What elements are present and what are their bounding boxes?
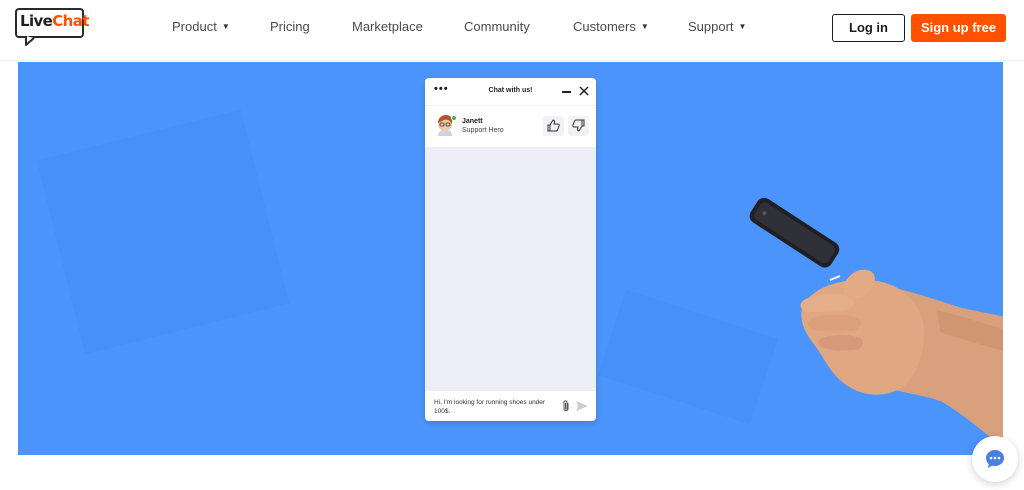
hero-background-shape: [36, 109, 290, 355]
minimize-icon[interactable]: [561, 86, 573, 96]
nav-item-label: Marketplace: [352, 19, 423, 34]
chat-widget-header: ••• Chat with us!: [425, 78, 596, 105]
message-input[interactable]: Hi, I'm looking for running shoes under …: [425, 391, 596, 421]
thumbs-down-button[interactable]: [568, 116, 589, 136]
agent-info-bar: Janett Support Hero: [425, 105, 596, 147]
agent-role: Support Hero: [462, 127, 504, 134]
login-button[interactable]: Log in: [832, 14, 905, 42]
nav-item-product[interactable]: Product ▼: [172, 19, 230, 34]
nav-item-label: Community: [464, 19, 530, 34]
nav-item-label: Pricing: [270, 19, 310, 34]
chevron-down-icon: ▼: [221, 22, 230, 31]
hand-holding-phone-illustration: [749, 197, 1003, 447]
signup-button[interactable]: Sign up free: [911, 14, 1006, 42]
logo-speech-tail-icon: [25, 36, 35, 46]
chevron-down-icon: ▼: [640, 22, 649, 31]
site-header: LiveChat Product ▼ Pricing Marketplace Co…: [0, 0, 1024, 54]
nav-item-marketplace[interactable]: Marketplace: [352, 19, 423, 34]
chat-bubble-icon: [986, 450, 1004, 468]
logo-text: LiveChat: [20, 12, 89, 30]
livechat-logo[interactable]: LiveChat: [15, 8, 89, 46]
thumbs-down-icon: [572, 119, 585, 132]
header-divider: [0, 60, 1024, 61]
message-input-text: Hi, I'm looking for running shoes under …: [434, 399, 546, 415]
online-status-dot: [451, 115, 457, 121]
nav-item-community[interactable]: Community: [464, 19, 530, 34]
nav-item-label: Product: [172, 19, 217, 34]
chat-launcher-button[interactable]: [972, 436, 1018, 482]
chevron-down-icon: ▼: [738, 22, 747, 31]
nav-item-label: Customers: [573, 19, 636, 34]
logo-suffix: Chat: [52, 12, 89, 30]
paperclip-icon[interactable]: [560, 399, 572, 413]
nav-item-pricing[interactable]: Pricing: [270, 19, 310, 34]
send-icon[interactable]: [575, 399, 589, 413]
logo-prefix: Live: [20, 12, 53, 30]
page: LiveChat Product ▼ Pricing Marketplace Co…: [0, 0, 1024, 490]
agent-name: Janett: [462, 118, 483, 125]
nav-item-label: Support: [688, 19, 734, 34]
nav-item-customers[interactable]: Customers ▼: [573, 19, 649, 34]
chat-messages-area[interactable]: [425, 147, 596, 391]
thumbs-up-icon: [547, 119, 560, 132]
thumbs-up-button[interactable]: [543, 116, 564, 136]
chat-widget: ••• Chat with us! Janett Support Hero Hi…: [425, 78, 596, 421]
close-icon[interactable]: [578, 85, 590, 97]
nav-item-support[interactable]: Support ▼: [688, 19, 746, 34]
